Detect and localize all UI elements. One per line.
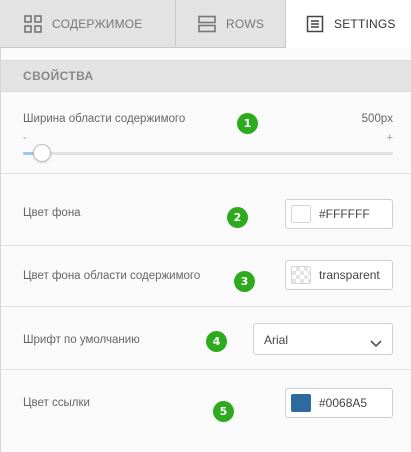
background-color-row: Цвет фона 2 #FFFFFF	[1, 174, 411, 246]
background-color-swatch	[291, 205, 311, 223]
link-color-label: Цвет ссылки	[23, 397, 90, 409]
content-background-color-picker[interactable]: transparent	[285, 260, 393, 290]
content-background-color-label: Цвет фона области содержимого	[23, 270, 201, 282]
annotation-badge-4: 4	[206, 331, 227, 352]
slider-thumb[interactable]	[32, 144, 51, 162]
default-font-row: Шрифт по умолчанию 4 Arial	[1, 307, 411, 370]
link-color-value: #0068A5	[319, 396, 368, 410]
tab-rows-label: ROWS	[226, 16, 265, 31]
transparent-swatch	[291, 266, 311, 284]
background-color-picker[interactable]: #FFFFFF	[285, 199, 393, 229]
content-background-color-row: Цвет фона области содержимого 3 transpar…	[1, 246, 411, 307]
link-color-picker[interactable]: #0068A5	[285, 388, 393, 418]
default-font-value: Arial	[264, 333, 289, 347]
tab-settings-label: SETTINGS	[334, 17, 396, 31]
tab-rows[interactable]: ROWS	[176, 0, 286, 48]
slider-max-label: +	[386, 132, 393, 144]
annotation-badge-1: 1	[237, 113, 258, 134]
tab-settings[interactable]: SETTINGS	[286, 0, 411, 48]
background-color-value: #FFFFFF	[319, 207, 370, 221]
annotation-badge-5: 5	[213, 401, 234, 422]
section-title: СВОЙСТВА	[23, 69, 94, 83]
default-font-label: Шрифт по умолчанию	[23, 334, 140, 346]
annotation-badge-3: 3	[234, 271, 255, 292]
rows-icon	[198, 15, 216, 33]
default-font-select[interactable]: Arial	[253, 323, 393, 355]
slider-min-label: -	[23, 132, 27, 144]
annotation-badge-2: 2	[227, 207, 248, 228]
tab-content[interactable]: СОДЕРЖИМОЕ	[0, 0, 176, 48]
background-color-label: Цвет фона	[23, 207, 81, 219]
section-header: СВОЙСТВА	[1, 60, 411, 92]
content-width-value: 500px	[361, 113, 393, 125]
content-background-color-value: transparent	[319, 268, 380, 282]
content-width-row: Ширина области содержимого 500px - + 1	[1, 92, 411, 174]
grid-icon	[24, 14, 42, 33]
link-color-row: Цвет ссылки 5 #0068A5	[1, 370, 411, 452]
tab-content-label: СОДЕРЖИМОЕ	[52, 16, 143, 31]
tab-bar: СОДЕРЖИМОЕ ROWS SETTINGS	[0, 0, 411, 48]
settings-icon	[306, 15, 324, 33]
link-color-swatch	[291, 394, 311, 412]
chevron-down-icon	[370, 335, 382, 353]
content-width-label: Ширина области содержимого	[23, 113, 186, 125]
settings-panel: СВОЙСТВА Ширина области содержимого 500p…	[0, 48, 411, 452]
content-width-slider[interactable]	[23, 152, 393, 155]
